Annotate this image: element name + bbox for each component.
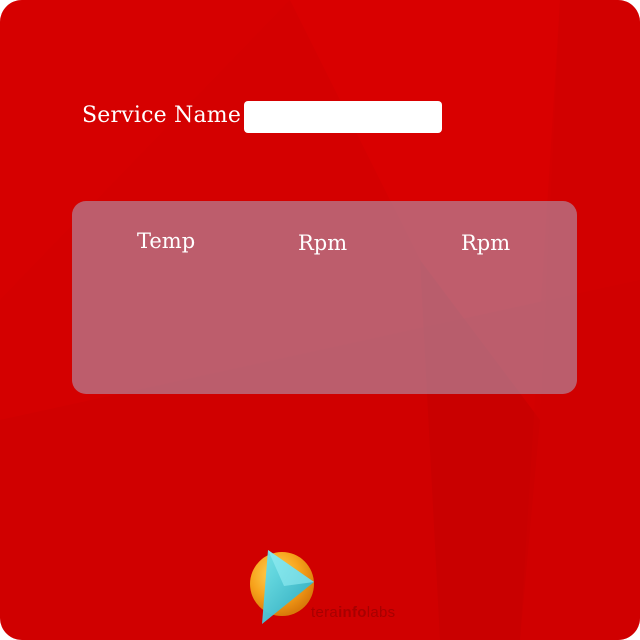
- temp-column-header: Temp: [137, 229, 196, 253]
- readings-panel: Temp Rpm Rpm: [72, 201, 577, 394]
- app-window: Service Name Temp Rpm Rpm terainfolabs: [0, 0, 640, 640]
- rpm-column-header-1: Rpm: [298, 231, 348, 255]
- service-name-label: Service Name: [82, 103, 242, 128]
- logo-wordmark: terainfolabs: [311, 604, 395, 621]
- rpm-column-header-2: Rpm: [461, 231, 511, 255]
- terainfolabs-logo: terainfolabs: [244, 546, 414, 630]
- logo-text-prefix: tera: [311, 604, 339, 621]
- service-name-input[interactable]: [244, 101, 442, 133]
- logo-text-middle: info: [338, 604, 367, 621]
- logo-text-suffix: labs: [366, 604, 396, 621]
